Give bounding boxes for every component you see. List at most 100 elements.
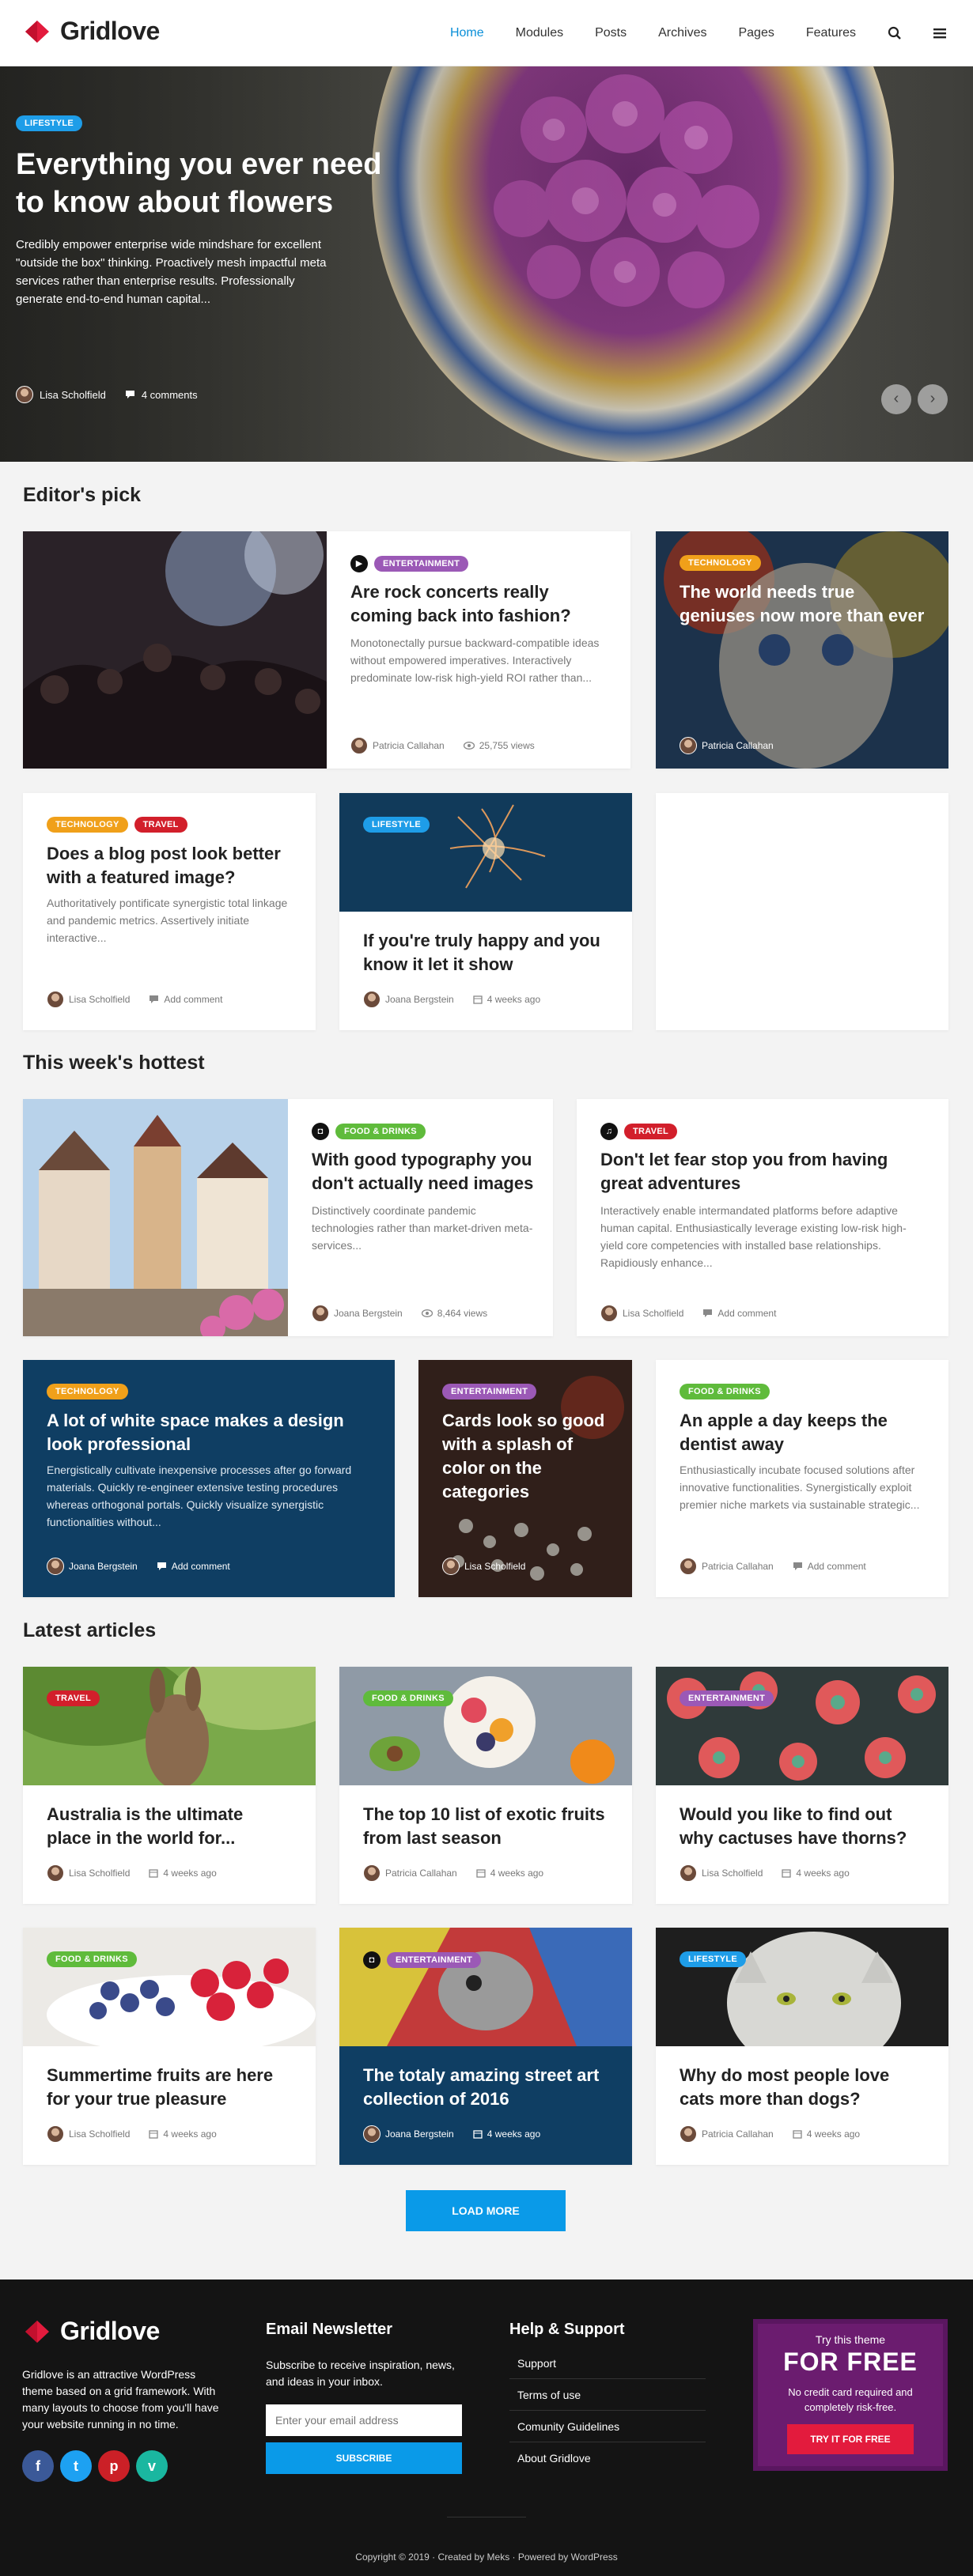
category-badge[interactable]: Food & Drinks [47,1951,137,1967]
post-title[interactable]: Summertime fruits are here for your true… [47,2064,292,2111]
category-badge[interactable]: Technology [680,555,761,571]
category-badge[interactable]: Entertainment [387,1952,482,1968]
comment-link[interactable]: Add comment [164,994,222,1005]
post-card[interactable]: ♫ Travel Don't let fear stop you from ha… [577,1099,948,1336]
avatar[interactable] [350,737,368,754]
nav-pages[interactable]: Pages [738,26,774,40]
author-name[interactable]: Joana Bergstein [334,1308,403,1319]
author-name[interactable]: Patricia Callahan [702,740,774,751]
post-card-featured[interactable]: ▶ Entertainment Are rock concerts really… [23,531,630,769]
post-card-overlay[interactable]: Entertainment Cards look so good with a … [418,1360,632,1597]
post-image[interactable] [23,531,327,769]
hero-slider[interactable]: Lifestyle Everything you ever need to kn… [0,66,973,462]
post-card[interactable]: Travel Australia is the ultimate place i… [23,1667,316,1904]
post-image[interactable] [23,1667,316,1785]
post-title[interactable]: Australia is the ultimate place in the w… [47,1803,292,1850]
category-badge[interactable]: Food & Drinks [363,1690,453,1706]
avatar[interactable] [47,1864,64,1882]
avatar[interactable] [680,1864,697,1882]
vine-icon[interactable]: v [136,2450,168,2482]
post-title[interactable]: The top 10 list of exotic fruits from la… [363,1803,608,1850]
author-name[interactable]: Joana Bergstein [385,2128,454,2140]
site-logo[interactable]: Gridlove [22,16,160,46]
author-name[interactable]: Lisa Scholfield [69,994,130,1005]
post-image[interactable] [656,1667,948,1785]
post-title[interactable]: If you're truly happy and you know it le… [363,929,608,976]
category-badge[interactable]: Technology [47,1384,128,1399]
pinterest-icon[interactable]: p [98,2450,130,2482]
avatar[interactable] [600,1305,618,1322]
footer-link-support[interactable]: Support [509,2347,706,2379]
hero-category-badge[interactable]: Lifestyle [16,115,82,131]
nav-home[interactable]: Home [450,26,484,40]
nav-posts[interactable]: Posts [595,26,627,40]
avatar[interactable] [16,386,33,403]
avatar[interactable] [680,1558,697,1575]
post-title[interactable]: Are rock concerts really coming back int… [350,580,611,628]
author-name[interactable]: Patricia Callahan [385,1868,457,1879]
footer-logo[interactable]: Gridlove [22,2316,160,2346]
post-card-colored[interactable]: Technology A lot of white space makes a … [23,1360,395,1597]
nav-features[interactable]: Features [806,26,856,40]
try-free-button[interactable]: TRY IT FOR FREE [787,2424,914,2454]
comment-link[interactable]: Add comment [172,1561,230,1572]
slider-prev-button[interactable]: ‹ [881,384,911,414]
avatar[interactable] [363,2125,380,2143]
post-title[interactable]: An apple a day keeps the dentist away [680,1409,925,1456]
comment-link[interactable]: Add comment [808,1561,866,1572]
author-name[interactable]: Lisa Scholfield [464,1561,525,1572]
nav-modules[interactable]: Modules [516,26,563,40]
load-more-button[interactable]: LOAD MORE [406,2190,566,2231]
promo-banner[interactable]: Try this theme FOR FREE No credit card r… [753,2319,948,2471]
category-badge[interactable]: Technology [47,817,128,833]
post-card[interactable]: Entertainment Would you like to find out… [656,1667,948,1904]
post-card[interactable]: Lifestyle Why do most people love cats m… [656,1928,948,2165]
post-image[interactable] [339,793,632,912]
category-badge[interactable]: Travel [134,817,187,833]
avatar[interactable] [47,991,64,1008]
avatar[interactable] [47,1558,64,1575]
category-badge[interactable]: Entertainment [442,1384,537,1399]
avatar[interactable] [363,1864,380,1882]
post-card-overlay[interactable]: Technology The world needs true geniuses… [656,531,948,769]
author-name[interactable]: Lisa Scholfield [623,1308,683,1319]
author-name[interactable]: Joana Bergstein [69,1561,138,1572]
menu-icon[interactable] [933,28,946,39]
category-badge[interactable]: Travel [47,1690,100,1706]
post-title[interactable]: Why do most people love cats more than d… [680,2064,925,2111]
footer-link-terms[interactable]: Terms of use [509,2379,706,2411]
footer-link-about[interactable]: About Gridlove [509,2442,706,2474]
nav-archives[interactable]: Archives [658,26,706,40]
subscribe-button[interactable]: SUBSCRIBE [266,2442,462,2474]
author-name[interactable]: Lisa Scholfield [69,2128,130,2140]
post-title[interactable]: Don't let fear stop you from having grea… [600,1148,925,1195]
post-card[interactable]: Lifestyle If you're truly happy and you … [339,793,632,1030]
author-name[interactable]: Joana Bergstein [385,994,454,1005]
twitter-icon[interactable]: t [60,2450,92,2482]
post-card-featured[interactable]: ◘ Food & Drinks With good typography you… [23,1099,553,1336]
category-badge[interactable]: Food & Drinks [335,1124,426,1139]
post-card-colored[interactable]: ◘ Entertainment The totaly amazing stree… [339,1928,632,2165]
author-name[interactable]: Lisa Scholfield [40,389,106,401]
comment-link[interactable]: Add comment [717,1308,776,1319]
author-name[interactable]: Patricia Callahan [373,740,445,751]
author-name[interactable]: Patricia Callahan [702,2128,774,2140]
category-badge[interactable]: Food & Drinks [680,1384,770,1399]
category-badge[interactable]: Entertainment [374,556,469,572]
avatar[interactable] [363,991,380,1008]
post-title[interactable]: With good typography you don't actually … [312,1148,541,1195]
post-title[interactable]: Would you like to find out why cactuses … [680,1803,925,1850]
post-card[interactable]: Technology Travel Does a blog post look … [23,793,316,1030]
post-title[interactable]: The totaly amazing street art collection… [363,2064,608,2111]
post-image[interactable] [656,1928,948,2046]
post-card[interactable]: Food & Drinks Summertime fruits are here… [23,1928,316,2165]
post-title[interactable]: A lot of white space makes a design look… [47,1409,379,1456]
author-name[interactable]: Patricia Callahan [702,1561,774,1572]
hero-title[interactable]: Everything you ever need to know about f… [16,145,396,221]
author-name[interactable]: Lisa Scholfield [702,1868,763,1879]
post-title[interactable]: Does a blog post look better with a feat… [47,842,292,890]
post-image[interactable] [23,1928,316,2046]
category-badge[interactable]: Lifestyle [363,817,430,833]
category-badge[interactable]: Travel [624,1124,677,1139]
post-card[interactable]: Food & Drinks An apple a day keeps the d… [656,1360,948,1597]
